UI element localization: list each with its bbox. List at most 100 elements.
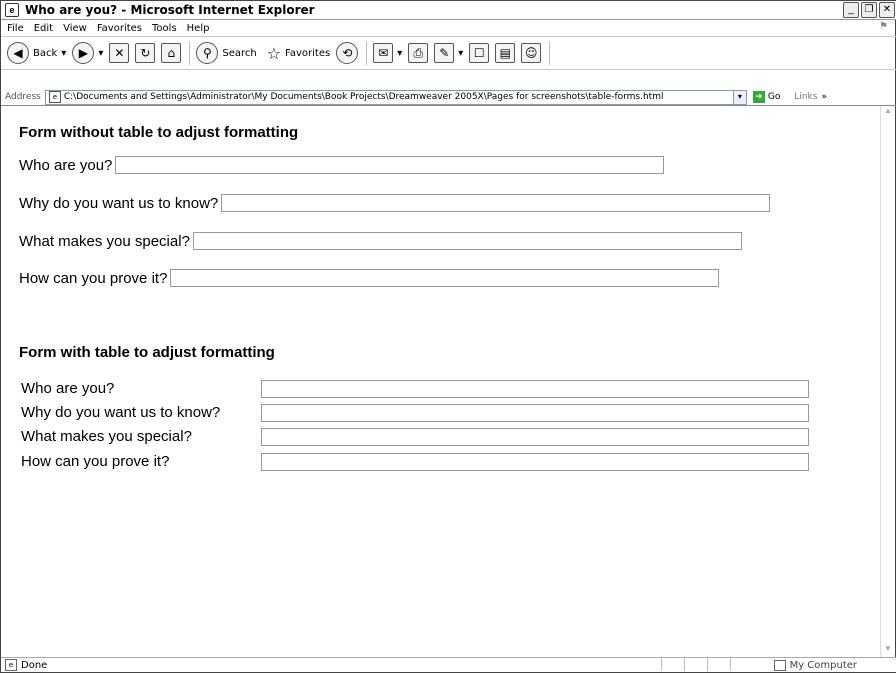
field-label: Why do you want us to know? bbox=[19, 194, 219, 212]
scroll-up-icon[interactable]: ▲ bbox=[881, 106, 895, 120]
table-who-input[interactable] bbox=[261, 380, 809, 398]
links-button[interactable]: Links bbox=[794, 92, 817, 102]
prove-input[interactable] bbox=[170, 269, 720, 287]
go-arrow-icon: ➜ bbox=[752, 91, 765, 103]
windows-flag-icon: ⚑ bbox=[879, 21, 888, 32]
chevron-down-icon: ▾ bbox=[458, 47, 464, 59]
research-icon: ▤ bbox=[495, 43, 516, 63]
edit-icon: ✎ bbox=[434, 43, 455, 63]
form-row: How can you prove it? bbox=[19, 269, 720, 287]
address-bar: Address e C:\Documents and Settings\Admi… bbox=[1, 89, 896, 106]
menu-help[interactable]: Help bbox=[187, 23, 210, 34]
home-button[interactable]: ⌂ bbox=[161, 43, 182, 63]
back-button[interactable]: ◀ Back ▾ bbox=[7, 42, 66, 64]
menu-tools[interactable]: Tools bbox=[152, 23, 177, 34]
form-row: Who are you? bbox=[19, 156, 665, 174]
research-button[interactable]: ▤ bbox=[495, 43, 516, 63]
history-button[interactable]: ⟲ bbox=[336, 42, 359, 64]
edit-button[interactable]: ✎ ▾ bbox=[434, 43, 463, 63]
menu-file[interactable]: File bbox=[7, 23, 24, 34]
table-special-input[interactable] bbox=[261, 428, 809, 446]
field-label: What makes you special? bbox=[21, 428, 192, 445]
search-button[interactable]: ⚲ Search bbox=[196, 42, 257, 64]
why-input[interactable] bbox=[221, 194, 771, 212]
table-row: What makes you special? bbox=[21, 428, 821, 448]
menu-edit[interactable]: Edit bbox=[34, 23, 53, 34]
go-button[interactable]: ➜ Go bbox=[752, 91, 781, 103]
table-row: Who are you? bbox=[21, 380, 821, 400]
stop-icon: ✕ bbox=[109, 43, 130, 63]
history-icon: ⟲ bbox=[336, 42, 359, 64]
address-input[interactable]: e C:\Documents and Settings\Administrato… bbox=[44, 89, 747, 105]
page-content: Form without table to adjust formatting … bbox=[9, 106, 881, 658]
status-pane bbox=[661, 658, 684, 671]
menu-favorites[interactable]: Favorites bbox=[97, 23, 142, 34]
status-pane bbox=[684, 658, 707, 671]
back-arrow-icon: ◀ bbox=[7, 42, 29, 64]
form-row: What makes you special? bbox=[19, 232, 742, 250]
page-icon: e bbox=[48, 91, 61, 103]
section-title-no-table: Form without table to adjust formatting bbox=[19, 124, 299, 141]
forward-button[interactable]: ▶ ▾ bbox=[72, 42, 103, 64]
messenger-button[interactable]: ☺ bbox=[521, 43, 542, 63]
refresh-button[interactable]: ↻ bbox=[135, 43, 156, 63]
status-pane bbox=[730, 658, 753, 671]
menu-view[interactable]: View bbox=[63, 23, 87, 34]
home-icon: ⌂ bbox=[161, 43, 182, 63]
status-bar: e Done My Computer bbox=[1, 657, 896, 672]
address-dropdown-button[interactable]: ▾ bbox=[732, 89, 747, 105]
favorites-label: Favorites bbox=[285, 47, 331, 59]
discuss-icon: ☐ bbox=[469, 43, 490, 63]
ie-page-icon: e bbox=[5, 3, 19, 17]
print-icon: ⎙ bbox=[408, 43, 429, 63]
vertical-scrollbar[interactable]: ▲ ▼ bbox=[880, 106, 895, 658]
window-title: Who are you? - Microsoft Internet Explor… bbox=[25, 3, 315, 17]
toolbar-separator bbox=[366, 41, 368, 65]
security-zone: My Computer bbox=[773, 659, 857, 671]
stop-button[interactable]: ✕ bbox=[109, 43, 130, 63]
print-button[interactable]: ⎙ bbox=[408, 43, 429, 63]
title-bar: e Who are you? - Microsoft Internet Expl… bbox=[1, 1, 896, 20]
toolbar-separator bbox=[189, 41, 191, 65]
chevron-down-icon: ▾ bbox=[61, 47, 67, 59]
standard-toolbar: ◀ Back ▾ ▶ ▾ ✕ ↻ ⌂ ⚲ Search ☆ Favorites … bbox=[1, 37, 896, 70]
toolbar-separator bbox=[549, 41, 551, 65]
forward-arrow-icon: ▶ bbox=[72, 42, 95, 64]
search-icon: ⚲ bbox=[196, 42, 219, 64]
field-label: Why do you want us to know? bbox=[21, 404, 221, 421]
field-label: How can you prove it? bbox=[21, 453, 170, 470]
favorites-button[interactable]: ☆ Favorites bbox=[263, 44, 331, 63]
messenger-icon: ☺ bbox=[521, 43, 542, 63]
field-label: Who are you? bbox=[21, 380, 115, 397]
go-label: Go bbox=[767, 92, 781, 102]
address-url: C:\Documents and Settings\Administrator\… bbox=[63, 92, 664, 102]
browser-window: e Who are you? - Microsoft Internet Expl… bbox=[0, 0, 896, 673]
page-done-icon: e bbox=[5, 659, 17, 671]
computer-icon bbox=[773, 659, 786, 671]
status-text: Done bbox=[21, 659, 48, 671]
menu-bar: File Edit View Favorites Tools Help ⚑ bbox=[1, 20, 896, 37]
special-input[interactable] bbox=[192, 232, 742, 250]
table-row: Why do you want us to know? bbox=[21, 404, 821, 424]
close-button[interactable]: ✕ bbox=[879, 2, 895, 18]
chevron-down-icon: ▾ bbox=[98, 47, 104, 59]
scroll-down-icon[interactable]: ▼ bbox=[881, 644, 895, 658]
status-pane bbox=[707, 658, 730, 671]
who-input[interactable] bbox=[115, 156, 665, 174]
section-title-with-table: Form with table to adjust formatting bbox=[19, 344, 275, 361]
restore-button[interactable]: ❐ bbox=[861, 2, 877, 18]
minimize-button[interactable]: _ bbox=[843, 2, 859, 18]
discuss-button[interactable]: ☐ bbox=[469, 43, 490, 63]
search-label: Search bbox=[222, 47, 257, 59]
star-icon: ☆ bbox=[266, 43, 282, 63]
status-panes bbox=[661, 658, 753, 672]
mail-button[interactable]: ✉ ▾ bbox=[373, 43, 402, 63]
links-chevron-icon[interactable]: » bbox=[821, 92, 827, 102]
field-label: What makes you special? bbox=[19, 232, 190, 250]
table-why-input[interactable] bbox=[261, 404, 809, 422]
chevron-down-icon: ▾ bbox=[397, 47, 403, 59]
window-controls: _ ❐ ✕ bbox=[843, 2, 895, 18]
refresh-icon: ↻ bbox=[135, 43, 156, 63]
back-label: Back bbox=[33, 47, 58, 59]
table-prove-input[interactable] bbox=[261, 453, 809, 471]
